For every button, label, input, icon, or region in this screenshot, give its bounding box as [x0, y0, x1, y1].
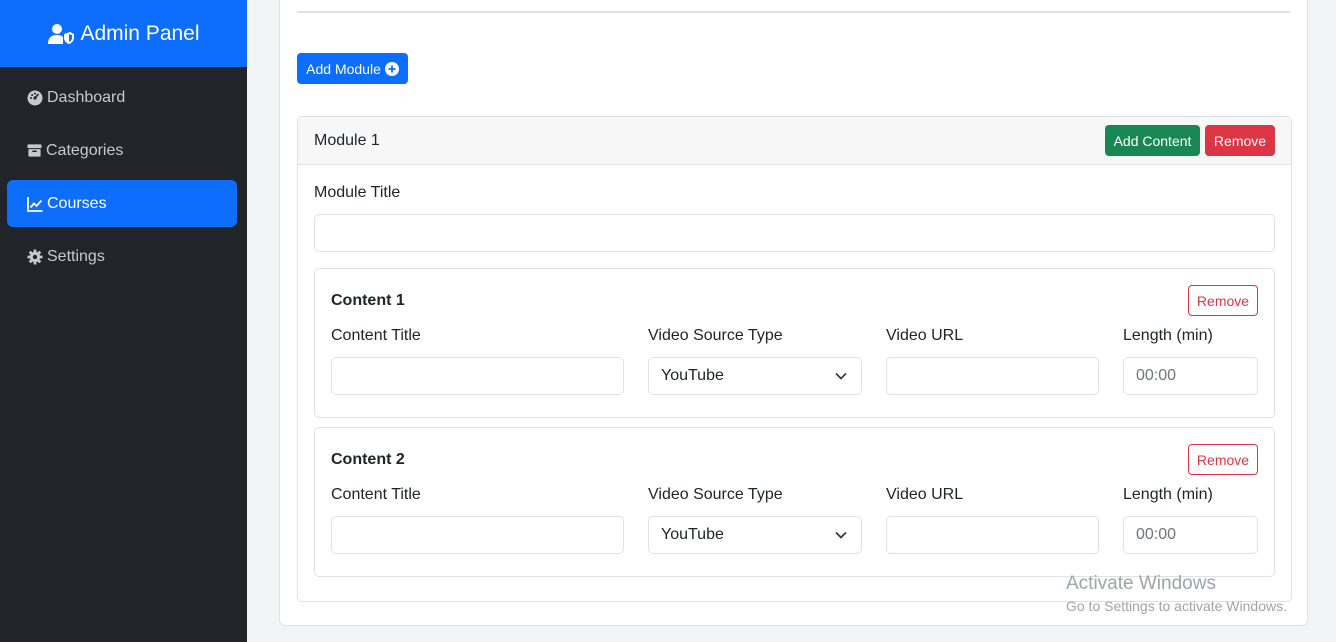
content-title-label: Content Title: [331, 486, 421, 503]
content-name: Content 2: [331, 451, 405, 468]
video-url-field: Video URL: [886, 486, 1099, 554]
plus-circle-icon: [384, 61, 399, 76]
sidebar-item-dashboard[interactable]: Dashboard: [7, 74, 237, 121]
sidebar-item-label: Courses: [47, 194, 107, 212]
chart-line-icon: [27, 196, 43, 212]
video-url-field: Video URL: [886, 327, 1099, 395]
sidebar-item-categories[interactable]: Categories: [7, 127, 237, 174]
content-name: Content 1: [331, 292, 405, 309]
length-input[interactable]: [1123, 516, 1258, 554]
video-source-select[interactable]: YouTube: [648, 357, 862, 395]
add-content-button[interactable]: Add Content: [1105, 125, 1200, 156]
content-title-input[interactable]: [331, 516, 624, 554]
video-source-value: YouTube: [661, 526, 724, 543]
remove-content-button[interactable]: Remove: [1188, 444, 1258, 475]
user-shield-icon: [48, 23, 75, 44]
brand[interactable]: Admin Panel: [0, 0, 247, 67]
video-url-label: Video URL: [886, 327, 964, 344]
video-source-select[interactable]: YouTube: [648, 516, 862, 554]
brand-title: Admin Panel: [80, 21, 200, 45]
chevron-down-icon: [835, 372, 847, 380]
sidebar-item-courses[interactable]: Courses: [7, 180, 237, 227]
gear-icon: [27, 249, 43, 264]
length-label: Length (min): [1123, 327, 1213, 344]
content-title-field: Content Title: [331, 327, 624, 395]
module-header: Module 1 Add Content Remove: [298, 117, 1291, 165]
remove-content-button[interactable]: Remove: [1188, 285, 1258, 316]
video-source-field: Video Source Type YouTube: [648, 486, 862, 554]
module-card: Module 1 Add Content Remove Module Title…: [297, 116, 1292, 602]
length-field: Length (min): [1123, 486, 1258, 554]
sidebar-item-settings[interactable]: Settings: [7, 233, 237, 280]
dashboard-icon: [27, 90, 43, 105]
video-source-value: YouTube: [661, 367, 724, 384]
content-title-label: Content Title: [331, 327, 421, 344]
video-url-input[interactable]: [886, 357, 1099, 395]
course-form-card: Add Module Module 1 Add Content Remove M…: [279, 0, 1308, 626]
module-title-input[interactable]: [314, 214, 1275, 252]
module-name: Module 1: [314, 131, 380, 149]
box-icon: [27, 144, 42, 157]
add-module-label: Add Module: [306, 60, 381, 77]
module-body: Module Title Content 1 Remove Content Ti…: [298, 184, 1291, 577]
video-source-field: Video Source Type YouTube: [648, 327, 862, 395]
content-title-field: Content Title: [331, 486, 624, 554]
remove-module-button[interactable]: Remove: [1205, 125, 1275, 156]
module-title-label: Module Title: [314, 184, 401, 201]
sidebar-item-label: Settings: [47, 247, 105, 265]
content-card: Content 2 Remove Content Title Video Sou…: [314, 427, 1275, 577]
sidebar: Admin Panel Dashboard Categories Courses…: [0, 0, 247, 642]
add-module-button[interactable]: Add Module: [297, 53, 408, 84]
content-card: Content 1 Remove Content Title Video Sou…: [314, 268, 1275, 418]
length-input[interactable]: [1123, 357, 1258, 395]
video-url-input[interactable]: [886, 516, 1099, 554]
sidebar-item-label: Categories: [46, 141, 124, 159]
chevron-down-icon: [835, 531, 847, 539]
video-source-label: Video Source Type: [648, 327, 783, 344]
length-field: Length (min): [1123, 327, 1258, 395]
divider: [297, 11, 1290, 13]
sidebar-item-label: Dashboard: [47, 88, 126, 106]
video-source-label: Video Source Type: [648, 486, 783, 503]
video-url-label: Video URL: [886, 486, 964, 503]
sidebar-nav: Dashboard Categories Courses Settings: [0, 67, 247, 280]
length-label: Length (min): [1123, 486, 1213, 503]
content-title-input[interactable]: [331, 357, 624, 395]
